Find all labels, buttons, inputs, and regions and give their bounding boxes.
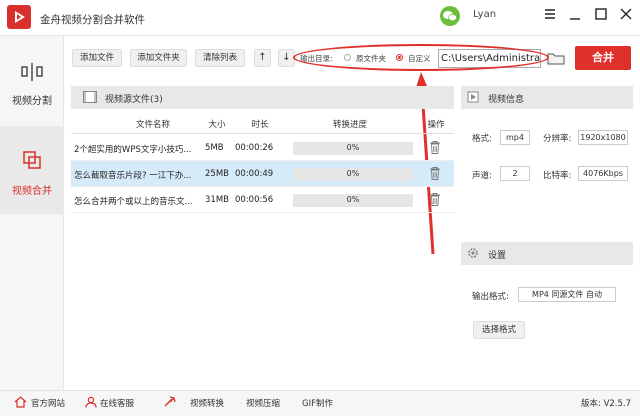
choose-format-button[interactable]: 选择格式: [473, 321, 525, 339]
table-row[interactable]: 怎么截取音乐片段? 一江下办... 25MB 00:00:49 0%: [71, 161, 454, 187]
bitrate-label: 比特率:: [543, 171, 572, 181]
split-icon: [21, 63, 43, 81]
wechat-icon[interactable]: [440, 6, 460, 26]
customer-service-icon: [85, 396, 97, 408]
table-divider: [71, 133, 454, 134]
file-duration: 00:00:49: [235, 169, 274, 179]
video-file-icon: [83, 91, 97, 103]
progress-bar: 0%: [293, 194, 413, 207]
add-folder-button[interactable]: 添加文件夹: [130, 49, 187, 67]
file-name: 怎么截取音乐片段? 一江下办...: [74, 171, 192, 181]
add-file-button[interactable]: 添加文件: [72, 49, 122, 67]
gif-make-link[interactable]: GIF制作: [302, 397, 333, 409]
menu-icon[interactable]: [543, 7, 557, 21]
format-value: mp4: [500, 130, 530, 145]
file-size: 25MB: [205, 169, 229, 179]
clear-list-button[interactable]: 清除列表: [195, 49, 245, 67]
col-header-duration: 时长: [251, 120, 269, 130]
settings-header: 设置: [461, 242, 633, 265]
move-up-button[interactable]: ↑: [254, 49, 271, 67]
file-name: 2个超实用的WPS文字小技巧...: [74, 145, 192, 155]
progress-bar: 0%: [293, 168, 413, 181]
resolution-value: 1920x1080: [578, 130, 628, 145]
app-logo-icon: [7, 5, 31, 29]
video-convert-link[interactable]: 视频转换: [190, 397, 224, 409]
bitrate-value: 4076Kbps: [578, 166, 628, 181]
sidebar: 视频分割 视频合并: [0, 36, 64, 390]
version-label: 版本: V2.5.7: [581, 399, 632, 409]
annotation-ellipse: [293, 44, 549, 71]
channel-label: 声道:: [472, 171, 492, 181]
settings-title: 设置: [488, 251, 507, 261]
table-row[interactable]: 2个超实用的WPS文字小技巧... 5MB 00:00:26 0%: [71, 135, 454, 161]
sidebar-item-label: 视频分割: [12, 96, 52, 107]
merge-button[interactable]: 合并: [575, 46, 631, 70]
video-compress-link[interactable]: 视频压缩: [246, 397, 280, 409]
file-duration: 00:00:26: [235, 143, 274, 153]
app-title: 金舟视频分割合并软件: [40, 14, 145, 26]
trash-icon[interactable]: [430, 167, 440, 180]
col-header-size: 大小: [208, 120, 226, 130]
trash-icon[interactable]: [430, 193, 440, 206]
home-icon: [14, 396, 27, 408]
merge-icon: [23, 151, 41, 169]
file-list-title: 视频源文件(3): [105, 95, 163, 105]
video-convert-icon: [164, 396, 176, 407]
close-icon[interactable]: [619, 7, 633, 21]
output-format-value: MP4 同源文件 自动: [518, 287, 616, 302]
col-header-name: 文件名称: [135, 120, 170, 130]
maximize-icon[interactable]: [594, 7, 608, 21]
official-site-link[interactable]: 官方网站: [31, 397, 65, 409]
minimize-icon[interactable]: [568, 7, 582, 21]
output-format-label: 输出格式:: [472, 292, 509, 302]
file-name: 怎么合并两个或以上的音乐文...: [74, 197, 193, 207]
file-size: 5MB: [205, 143, 224, 153]
online-service-link[interactable]: 在线客服: [100, 397, 134, 409]
video-info-title: 视频信息: [488, 95, 525, 105]
sidebar-item-merge[interactable]: 视频合并: [0, 126, 64, 214]
format-label: 格式:: [472, 134, 492, 144]
folder-icon[interactable]: [547, 52, 565, 68]
col-header-progress: 转换进度: [332, 120, 367, 130]
col-header-action: 操作: [427, 120, 445, 130]
file-size: 31MB: [205, 195, 229, 205]
video-info-header: 视频信息: [461, 86, 633, 109]
file-duration: 00:00:56: [235, 195, 274, 205]
table-row[interactable]: 怎么合并两个或以上的音乐文... 31MB 00:00:56 0%: [71, 187, 454, 213]
video-info-icon: [467, 91, 479, 103]
username[interactable]: Lyan: [473, 9, 496, 20]
sidebar-item-label: 视频合并: [12, 186, 52, 197]
gear-icon: [468, 248, 478, 258]
sidebar-item-split[interactable]: 视频分割: [0, 36, 64, 124]
file-list-header: 视频源文件(3): [71, 86, 454, 109]
trash-icon[interactable]: [430, 141, 440, 154]
resolution-label: 分辨率:: [543, 134, 572, 144]
channel-value: 2: [500, 166, 530, 181]
progress-bar: 0%: [293, 142, 413, 155]
